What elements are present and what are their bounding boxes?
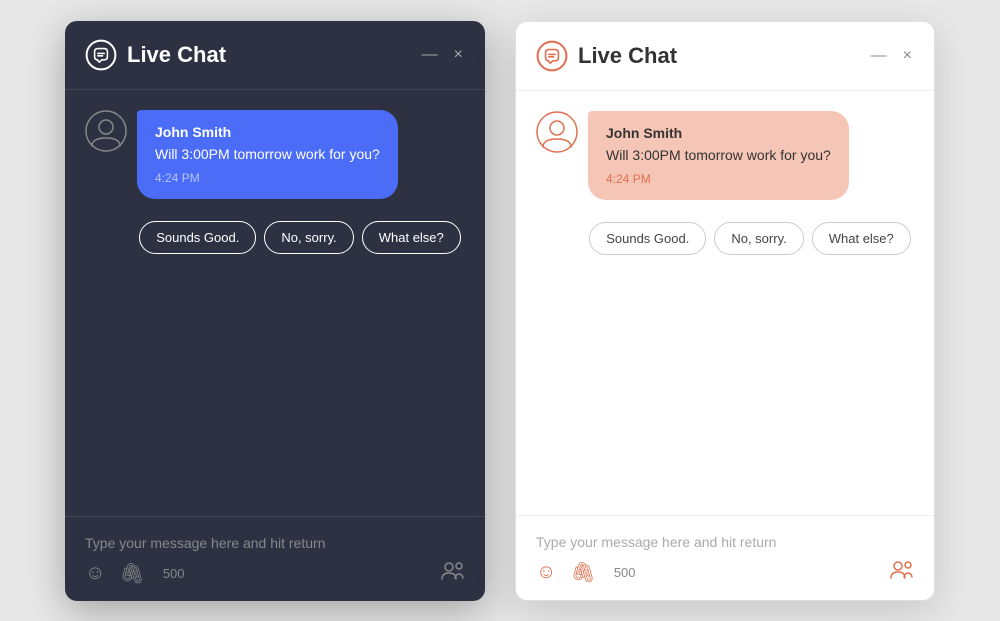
dark-minimize-button[interactable]: — xyxy=(420,45,440,65)
light-minimize-button[interactable]: — xyxy=(869,46,889,66)
light-char-count: 500 xyxy=(614,565,636,580)
chat-widgets-container: Live Chat — × John Smith Will 3:00PM xyxy=(45,1,955,621)
light-reply-btn-1[interactable]: No, sorry. xyxy=(714,222,803,255)
dark-chat-footer: ☺ 🖇 500 xyxy=(65,516,485,601)
dark-attachment-icon[interactable]: 🖇 xyxy=(119,561,144,586)
light-chat-body: John Smith Will 3:00PM tomorrow work for… xyxy=(516,91,934,515)
light-header-left: Live Chat xyxy=(536,40,677,72)
light-emoji-icon[interactable]: ☺ xyxy=(536,561,556,584)
dark-toolbar-right xyxy=(441,561,465,587)
light-avatar xyxy=(536,111,578,153)
light-chat-widget: Live Chat — × John Smith Will 3:00PM xyxy=(515,21,935,601)
dark-close-button[interactable]: × xyxy=(452,45,465,65)
light-header-controls: — × xyxy=(869,46,914,66)
dark-reply-btn-2[interactable]: What else? xyxy=(362,221,461,254)
light-message-input[interactable] xyxy=(536,530,914,560)
dark-message-row: John Smith Will 3:00PM tomorrow work for… xyxy=(85,110,465,199)
dark-quick-replies: Sounds Good. No, sorry. What else? xyxy=(135,211,465,264)
dark-bubble-time: 4:24 PM xyxy=(155,171,380,185)
dark-chat-body: John Smith Will 3:00PM tomorrow work for… xyxy=(65,90,485,516)
light-agents-icon[interactable] xyxy=(890,563,914,585)
light-title: Live Chat xyxy=(578,43,677,69)
light-bubble-text: Will 3:00PM tomorrow work for you? xyxy=(606,145,831,166)
dark-emoji-icon[interactable]: ☺ xyxy=(85,562,105,585)
light-attachment-icon[interactable]: 🖇 xyxy=(570,560,595,585)
dark-toolbar: ☺ 🖇 500 xyxy=(85,561,465,587)
light-close-button[interactable]: × xyxy=(901,46,914,66)
dark-bubble: John Smith Will 3:00PM tomorrow work for… xyxy=(137,110,398,199)
light-toolbar: ☺ 🖇 500 xyxy=(536,560,914,586)
dark-bubble-text: Will 3:00PM tomorrow work for you? xyxy=(155,144,380,165)
dark-reply-btn-0[interactable]: Sounds Good. xyxy=(139,221,256,254)
light-reply-btn-2[interactable]: What else? xyxy=(812,222,911,255)
dark-message-input[interactable] xyxy=(85,531,465,561)
light-chat-footer: ☺ 🖇 500 xyxy=(516,515,934,600)
light-bubble-sender: John Smith xyxy=(606,125,831,141)
light-header: Live Chat — × xyxy=(516,22,934,91)
dark-char-count: 500 xyxy=(163,566,185,581)
light-toolbar-right xyxy=(890,560,914,586)
light-chat-icon xyxy=(536,40,568,72)
light-reply-btn-0[interactable]: Sounds Good. xyxy=(589,222,706,255)
dark-agents-icon[interactable] xyxy=(441,564,465,586)
dark-header: Live Chat — × xyxy=(65,21,485,90)
dark-header-controls: — × xyxy=(420,45,465,65)
light-quick-replies: Sounds Good. No, sorry. What else? xyxy=(586,212,914,265)
dark-reply-btn-1[interactable]: No, sorry. xyxy=(264,221,353,254)
dark-title: Live Chat xyxy=(127,42,226,68)
light-bubble-time: 4:24 PM xyxy=(606,172,831,186)
dark-bubble-sender: John Smith xyxy=(155,124,380,140)
dark-avatar xyxy=(85,110,127,152)
dark-header-left: Live Chat xyxy=(85,39,226,71)
light-bubble: John Smith Will 3:00PM tomorrow work for… xyxy=(588,111,849,200)
light-message-row: John Smith Will 3:00PM tomorrow work for… xyxy=(536,111,914,200)
dark-chat-icon xyxy=(85,39,117,71)
dark-chat-widget: Live Chat — × John Smith Will 3:00PM xyxy=(65,21,485,601)
